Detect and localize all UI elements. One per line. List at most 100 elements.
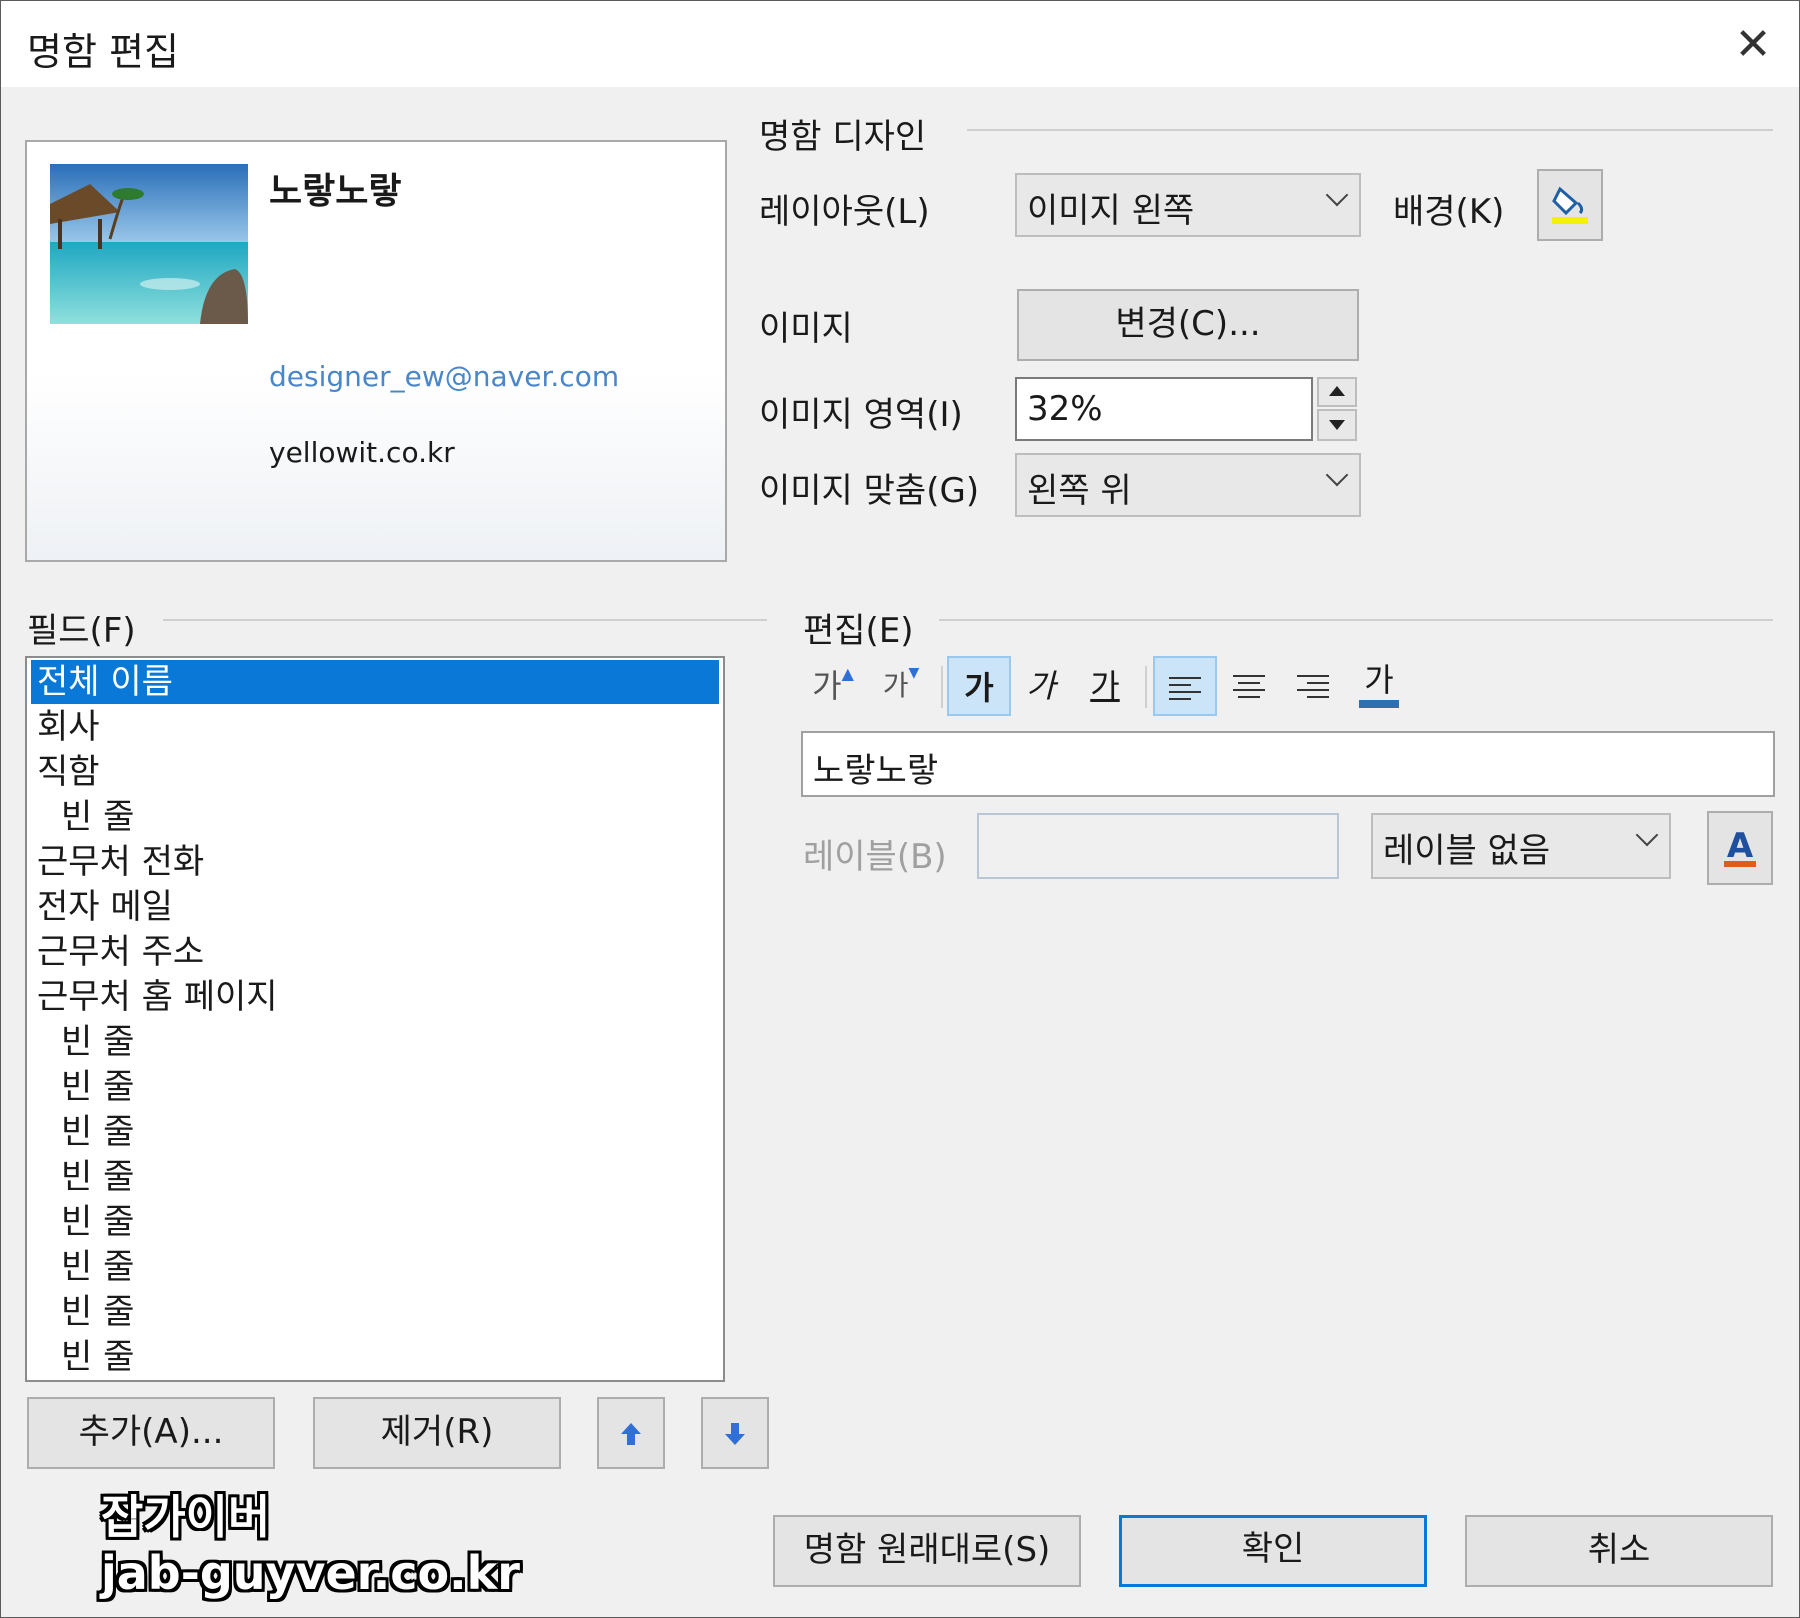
font-color-label: 가	[1364, 661, 1394, 699]
bold-label: 가	[964, 669, 994, 707]
font-color-swatch	[1359, 700, 1399, 708]
chevron-down-icon	[1325, 183, 1349, 207]
add-field-button[interactable]: 추가(A)...	[27, 1397, 275, 1469]
beach-photo-icon	[50, 164, 248, 324]
image-align-dropdown[interactable]: 왼쪽 위	[1015, 453, 1361, 517]
field-list-item-label: 빈 줄	[61, 1202, 135, 1242]
field-list-item[interactable]: 회사	[31, 705, 719, 749]
field-list-item[interactable]: 빈 줄	[31, 1110, 719, 1154]
field-list-item[interactable]: 근무처 주소	[31, 930, 719, 974]
field-list-item[interactable]: 빈 줄	[31, 1020, 719, 1064]
field-list-item-label: 빈 줄	[61, 1292, 135, 1332]
edit-section-label: 편집(E)	[803, 611, 914, 651]
shrink-font-label: 가	[882, 669, 909, 702]
field-list-item[interactable]: 전체 이름	[31, 660, 719, 704]
section-divider	[967, 129, 1773, 131]
background-color-button[interactable]	[1537, 169, 1603, 241]
field-list-item-label: 전체 이름	[37, 662, 173, 702]
field-list-item[interactable]: 빈 줄	[31, 1290, 719, 1334]
field-list-item-label: 회사	[37, 707, 100, 747]
change-image-button[interactable]: 변경(C)...	[1017, 289, 1359, 361]
field-list-item[interactable]: 빈 줄	[31, 1065, 719, 1109]
label-label: 레이블(B)	[803, 837, 947, 877]
field-text-input[interactable]: 노랗노랗	[801, 731, 1775, 797]
remove-field-button[interactable]: 제거(R)	[313, 1397, 561, 1469]
arrow-up-icon	[1329, 386, 1345, 396]
field-list-item[interactable]: 근무처 홈 페이지	[31, 975, 719, 1019]
field-list-item[interactable]: 빈 줄	[31, 1335, 719, 1379]
align-left-button[interactable]	[1153, 656, 1217, 716]
field-list-item[interactable]: 빈 줄	[31, 1200, 719, 1244]
align-center-icon	[1233, 675, 1265, 698]
move-down-button[interactable]	[701, 1397, 769, 1469]
field-list-item-label: 빈 줄	[61, 797, 135, 837]
toolbar-separator	[1145, 666, 1147, 708]
paint-bucket-icon	[1552, 186, 1588, 224]
reset-card-button-label: 명함 원래대로(S)	[803, 1530, 1051, 1570]
align-center-button[interactable]	[1217, 656, 1281, 716]
card-design-section-label: 명함 디자인	[759, 117, 927, 157]
cancel-button[interactable]: 취소	[1465, 1515, 1773, 1587]
field-list-item[interactable]: 근무처 전화	[31, 840, 719, 884]
label-color-button[interactable]: A	[1707, 811, 1773, 885]
reset-card-button[interactable]: 명함 원래대로(S)	[773, 1515, 1081, 1587]
background-label: 배경(K)	[1393, 192, 1505, 232]
field-text-value: 노랗노랗	[813, 751, 939, 791]
spin-up-button[interactable]	[1317, 377, 1357, 407]
grow-font-button[interactable]: 가▲	[801, 656, 865, 716]
label-input[interactable]	[977, 813, 1339, 879]
arrow-down-icon	[725, 1423, 745, 1445]
image-area-label: 이미지 영역(I)	[759, 395, 963, 435]
arrow-up-icon	[621, 1423, 641, 1445]
card-email: designer_ew@naver.com	[269, 360, 620, 393]
section-divider	[163, 619, 767, 621]
add-field-button-label: 추가(A)...	[78, 1412, 224, 1452]
image-align-value: 왼쪽 위	[1027, 471, 1132, 511]
watermark-line2: jab-guyver.co.kr	[101, 1546, 520, 1600]
card-preview: 노랗노랗 designer_ew@naver.com yellowit.co.k…	[25, 140, 727, 562]
image-area-input[interactable]: 32%	[1015, 377, 1313, 441]
image-align-label: 이미지 맞춤(G)	[759, 471, 980, 511]
align-left-icon	[1169, 677, 1201, 700]
field-list-item[interactable]: 빈 줄	[31, 1245, 719, 1289]
title-bar: 명함 편집 ✕	[1, 1, 1799, 87]
ok-button-label: 확인	[1241, 1529, 1305, 1569]
card-photo	[50, 164, 248, 324]
shrink-font-button[interactable]: 가▼	[869, 656, 933, 716]
italic-label: 가	[1026, 667, 1056, 705]
fields-list[interactable]: 전체 이름 회사 직함 빈 줄 근무처 전화 전자 메일 근무처 주소 근무처 홈 페이지 빈 …	[25, 656, 725, 1382]
field-list-item[interactable]: 빈 줄	[31, 1155, 719, 1199]
card-name: 노랗노랗	[269, 171, 402, 212]
field-list-item[interactable]: 직함	[31, 750, 719, 794]
label-position-dropdown[interactable]: 레이블 없음	[1371, 813, 1671, 879]
watermark-line1: 잡가이버	[101, 1490, 271, 1544]
image-label: 이미지	[759, 309, 853, 349]
arrow-down-icon	[1329, 420, 1345, 430]
chevron-down-icon	[1635, 823, 1659, 847]
field-list-item-label: 근무처 전화	[37, 842, 205, 882]
close-icon[interactable]: ✕	[1721, 15, 1785, 75]
grow-font-label: 가	[812, 667, 842, 705]
spin-down-button[interactable]	[1317, 409, 1357, 441]
field-list-item-label: 빈 줄	[61, 1157, 135, 1197]
field-list-item-label: 빈 줄	[61, 1022, 135, 1062]
ok-button[interactable]: 확인	[1119, 1515, 1427, 1587]
image-area-value: 32%	[1027, 389, 1103, 429]
field-list-item[interactable]: 전자 메일	[31, 885, 719, 929]
italic-button[interactable]: 가	[1009, 656, 1073, 716]
toolbar-separator	[941, 666, 943, 708]
caret-up-icon: ▲	[841, 664, 854, 683]
move-up-button[interactable]	[597, 1397, 665, 1469]
underline-button[interactable]: 가	[1073, 656, 1137, 716]
align-right-button[interactable]	[1281, 656, 1345, 716]
font-color-button[interactable]: 가	[1347, 656, 1411, 716]
bold-button[interactable]: 가	[947, 656, 1011, 716]
watermark: 잡가이버 jab-guyver.co.kr	[101, 1489, 520, 1601]
field-list-item-label: 전자 메일	[37, 887, 173, 927]
layout-dropdown[interactable]: 이미지 왼쪽	[1015, 173, 1361, 237]
field-list-item[interactable]: 빈 줄	[31, 795, 719, 839]
layout-label: 레이아웃(L)	[759, 192, 930, 232]
caret-down-icon: ▼	[908, 665, 920, 681]
align-right-icon	[1297, 675, 1329, 698]
cancel-button-label: 취소	[1587, 1530, 1651, 1570]
